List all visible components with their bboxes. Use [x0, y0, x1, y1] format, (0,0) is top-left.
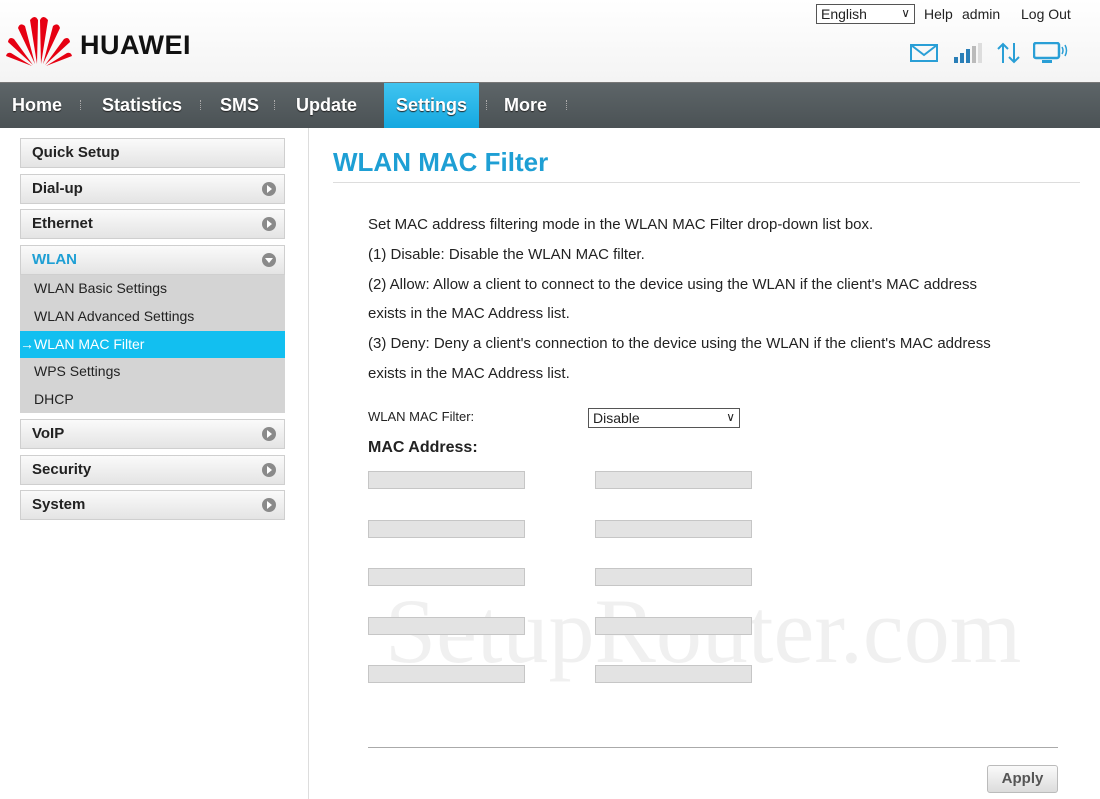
language-select[interactable]: English ∨: [816, 4, 915, 24]
mac-filter-select[interactable]: Disable ∨: [588, 408, 740, 428]
nav-statistics[interactable]: Statistics: [102, 83, 182, 128]
description-line: (1) Disable: Disable the WLAN MAC filter…: [368, 246, 645, 263]
mac-address-input-3[interactable]: [368, 520, 525, 538]
monitor-icon: [1033, 42, 1068, 63]
mac-address-heading: MAC Address:: [368, 439, 478, 456]
sidebar-item-wlan[interactable]: WLAN: [20, 245, 285, 275]
submenu-dhcp[interactable]: DHCP: [20, 386, 285, 413]
nav-separator: [200, 100, 201, 110]
wlan-submenu: WLAN Basic Settings WLAN Advanced Settin…: [20, 275, 285, 413]
sidebar-item-label: System: [32, 496, 86, 513]
mac-address-input-9[interactable]: [368, 665, 525, 683]
mac-address-input-10[interactable]: [595, 665, 752, 683]
transfer-icon: [997, 42, 1020, 64]
nav-update[interactable]: Update: [296, 83, 357, 128]
sidebar-item-label: Security: [32, 461, 92, 478]
mac-address-input-1[interactable]: [368, 471, 525, 489]
nav-separator: [274, 100, 275, 110]
sidebar-item-label: VoIP: [32, 425, 65, 442]
nav-sms[interactable]: SMS: [220, 83, 259, 128]
sidebar-item-voip[interactable]: VoIP: [20, 419, 285, 449]
chevron-down-icon: ∨: [901, 6, 910, 20]
chevron-right-icon: [262, 498, 276, 512]
user-name: admin: [962, 6, 1001, 22]
nav-more[interactable]: More: [504, 83, 547, 128]
description-line: exists in the MAC Address list.: [368, 305, 570, 322]
submenu-wlan-basic-settings[interactable]: WLAN Basic Settings: [20, 275, 285, 302]
divider: [368, 747, 1058, 748]
submenu-wlan-mac-filter[interactable]: →WLAN MAC Filter: [20, 331, 285, 358]
header: HUAWEI English ∨ Help admin Log Out: [0, 0, 1100, 82]
description-line: exists in the MAC Address list.: [368, 365, 570, 382]
mac-address-input-7[interactable]: [368, 617, 525, 635]
help-link[interactable]: Help: [924, 6, 953, 22]
mac-address-input-6[interactable]: [595, 568, 752, 586]
page-title: WLAN MAC Filter: [333, 147, 549, 177]
sidebar-item-system[interactable]: System: [20, 490, 285, 520]
mac-address-input-5[interactable]: [368, 568, 525, 586]
sidebar-item-security[interactable]: Security: [20, 455, 285, 485]
mac-filter-label: WLAN MAC Filter:: [368, 409, 475, 424]
sidebar-item-dial-up[interactable]: Dial-up: [20, 174, 285, 204]
main-nav: Home Statistics SMS Update Settings More: [0, 82, 1100, 128]
divider: [333, 182, 1080, 183]
chevron-right-icon: [262, 182, 276, 196]
description-line: Set MAC address filtering mode in the WL…: [368, 216, 874, 233]
nav-separator: [566, 100, 567, 110]
mac-address-input-8[interactable]: [595, 617, 752, 635]
chevron-down-icon: ∨: [726, 410, 735, 424]
submenu-wlan-advanced-settings[interactable]: WLAN Advanced Settings: [20, 303, 285, 330]
nav-separator: [80, 100, 81, 110]
mail-icon[interactable]: [910, 44, 938, 62]
brand-name: HUAWEI: [80, 30, 191, 60]
mac-address-input-4[interactable]: [595, 520, 752, 538]
divider: [308, 128, 309, 799]
sidebar-item-label: Ethernet: [32, 215, 93, 232]
sidebar-item-label: Quick Setup: [32, 144, 120, 161]
sidebar-item-label: Dial-up: [32, 180, 83, 197]
submenu-wps-settings[interactable]: WPS Settings: [20, 358, 285, 385]
chevron-right-icon: [262, 427, 276, 441]
description-line: (2) Allow: Allow a client to connect to …: [368, 276, 977, 293]
sidebar-item-quick-setup[interactable]: Quick Setup: [20, 138, 285, 168]
huawei-logo-icon: [6, 17, 72, 66]
mac-filter-value: Disable: [593, 410, 640, 426]
description-line: (3) Deny: Deny a client's connection to …: [368, 335, 991, 352]
sidebar-item-label: WLAN: [32, 251, 77, 268]
logout-link[interactable]: Log Out: [1021, 6, 1071, 22]
sidebar-item-ethernet[interactable]: Ethernet: [20, 209, 285, 239]
nav-separator: [486, 100, 487, 110]
chevron-right-icon: [262, 217, 276, 231]
chevron-right-icon: [262, 463, 276, 477]
nav-settings[interactable]: Settings: [396, 83, 467, 128]
language-value: English: [821, 6, 867, 22]
mac-address-input-2[interactable]: [595, 471, 752, 489]
signal-icon: [954, 43, 982, 63]
nav-home[interactable]: Home: [12, 83, 62, 128]
chevron-down-icon: [262, 253, 276, 267]
apply-button[interactable]: Apply: [987, 765, 1058, 793]
